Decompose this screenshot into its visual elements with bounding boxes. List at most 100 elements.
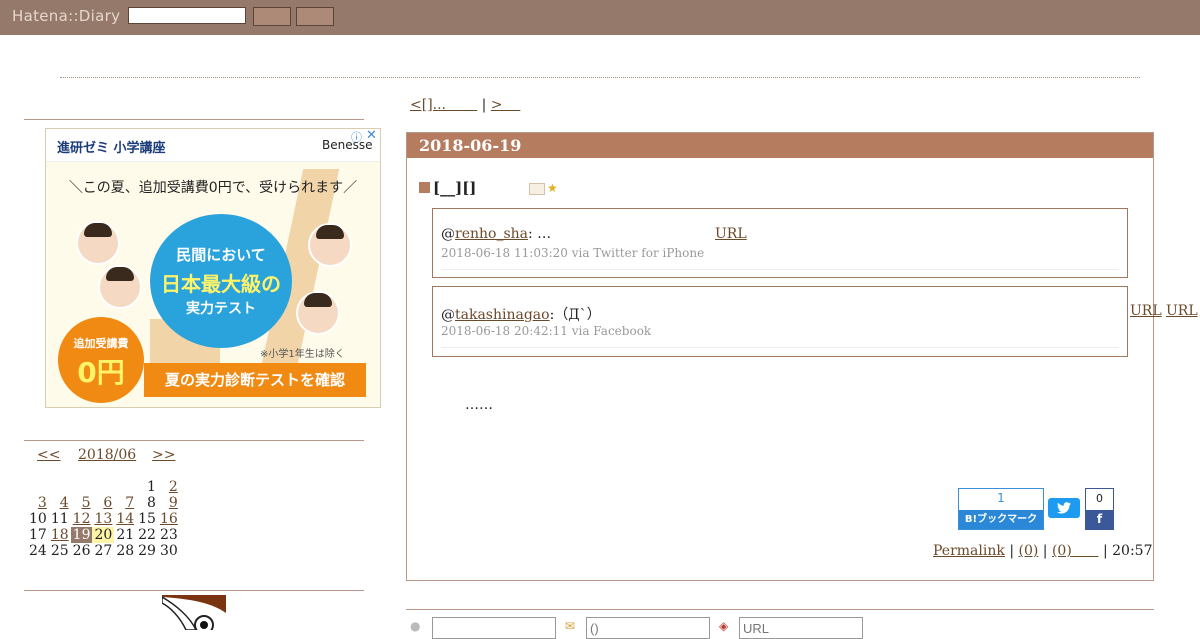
calendar-day: 15 — [138, 511, 156, 527]
quote-url-link[interactable]: URL — [1166, 303, 1198, 319]
bookmark-count: 1 — [997, 491, 1005, 505]
url-input[interactable] — [739, 617, 863, 639]
user-icon: ● — [410, 619, 421, 633]
calendar-day-link[interactable]: 16 — [160, 511, 178, 527]
calendar-day[interactable]: 12 — [71, 511, 93, 527]
calendar-day-link[interactable]: 9 — [169, 495, 178, 511]
add-star-icon[interactable] — [529, 182, 545, 195]
ad-slogan: ＼この夏、追加受講費0円で、受けられます／ — [68, 180, 358, 196]
calendar-day: 30 — [159, 543, 178, 559]
ad-header: 進研ゼミ 小学講座 Benesse ⓘ ✕ — [46, 129, 380, 162]
entry-date[interactable]: 2018-06-19 — [419, 136, 521, 155]
info-icon[interactable]: ⓘ — [351, 129, 362, 145]
hatena-bookmark-button[interactable]: 1 B!ブックマーク — [958, 488, 1044, 530]
footer-separator: | — [1009, 543, 1015, 559]
ad-circle: 民間において 日本最大級の 実力テスト — [150, 214, 292, 348]
sidebar-divider — [24, 440, 364, 441]
calendar-day: 24 — [29, 543, 47, 559]
quote-url-link[interactable]: URL — [715, 226, 747, 242]
calendar-day: 8 — [147, 495, 156, 511]
entry-body-text: …… — [465, 397, 493, 413]
permalink-link[interactable]: Permalink — [933, 543, 1005, 559]
quote-divider — [441, 269, 1119, 270]
calendar-week: 17 18 19 20 21 22 23 — [27, 527, 180, 543]
ad-banner[interactable]: 進研ゼミ 小学講座 Benesse ⓘ ✕ ＼この夏、追加受講費0円で、受けられ… — [45, 128, 381, 408]
diary-search-button[interactable] — [296, 7, 334, 26]
ad-note: ※小学1年生は除く — [260, 349, 345, 360]
calendar-day[interactable]: 16 — [158, 511, 180, 527]
calendar-day — [92, 479, 114, 495]
star-icon: ★ — [547, 181, 558, 195]
child-photo — [296, 291, 340, 335]
calendar-day: 1 — [147, 479, 156, 495]
quote-meta: 2018-06-18 20:42:11 via Facebook — [441, 324, 652, 338]
calendar-day: 25 — [50, 543, 69, 559]
mail-input[interactable] — [586, 617, 710, 639]
calendar-day — [114, 479, 136, 495]
calendar-day: 11 — [50, 511, 69, 527]
calendar-day: 28 — [116, 543, 135, 559]
facebook-share-button[interactable]: 0 f — [1085, 488, 1114, 530]
calendar-day-link[interactable]: 3 — [38, 495, 47, 511]
search-input[interactable] — [128, 7, 246, 24]
diary-entry: 2018-06-19 [__][] ★ @renho_sha: … URL 20… — [406, 132, 1154, 581]
footer-separator: | — [1042, 543, 1048, 559]
calendar-week: 24 25 26 27 28 29 30 — [27, 543, 180, 559]
calendar-day: 27 — [94, 543, 113, 559]
calendar-day[interactable]: 7 — [114, 495, 136, 511]
quoted-tweet: @renho_sha: … URL 2018-06-18 11:03:20 vi… — [432, 208, 1128, 278]
calendar-next-link[interactable]: >> — [152, 447, 175, 463]
calendar-day-link[interactable]: 12 — [73, 511, 91, 527]
calendar-day[interactable]: 19 — [70, 527, 93, 543]
ad-cta-button[interactable]: 夏の実力診断テストを確認 — [144, 363, 366, 397]
calendar-day-link[interactable]: 4 — [60, 495, 69, 511]
calendar-day-link[interactable]: 14 — [116, 511, 134, 527]
calendar-day[interactable]: 3 — [27, 495, 49, 511]
trackbacks-count: (0) — [1051, 543, 1072, 559]
calendar-day — [71, 479, 93, 495]
quote-body: :（Д`） — [549, 307, 601, 323]
entry-footer: Permalink | (0) | (0) | 20:57 — [933, 543, 1152, 559]
calendar-day[interactable]: 5 — [71, 495, 93, 511]
calendar-day-link[interactable]: 5 — [82, 495, 91, 511]
quote-user-link[interactable]: takashinagao — [455, 307, 550, 323]
comment-divider — [406, 609, 1154, 610]
close-icon[interactable]: ✕ — [366, 129, 377, 143]
calendar-day[interactable]: 14 — [114, 511, 136, 527]
twitter-icon[interactable] — [1048, 498, 1080, 518]
next-entry-link[interactable]: > — [491, 97, 503, 113]
sidebar-divider — [24, 590, 364, 591]
calendar-day — [49, 479, 71, 495]
quote-user-link[interactable]: renho_sha — [455, 226, 528, 242]
quote-meta: 2018-06-18 11:03:20 via Twitter for iPho… — [441, 246, 705, 260]
quote-url-link[interactable]: URL — [1130, 303, 1162, 319]
calendar-day[interactable]: 9 — [158, 495, 180, 511]
child-photo — [76, 221, 120, 265]
site-logo[interactable]: Hatena::Diary — [12, 7, 120, 25]
calendar-day[interactable]: 2 — [158, 479, 180, 495]
ad-badge: 追加受講費 0円 — [58, 317, 144, 403]
calendar-day[interactable]: 6 — [92, 495, 114, 511]
calendar-day-link[interactable]: 7 — [125, 495, 134, 511]
entry-time: 20:57 — [1112, 543, 1153, 559]
quote-divider — [441, 347, 1119, 348]
prev-entry-link[interactable]: <[]... — [410, 97, 446, 113]
search-button[interactable] — [253, 7, 291, 26]
ad-title: 進研ゼミ 小学講座 — [57, 141, 166, 156]
quote-text: @renho_sha: … — [441, 226, 551, 242]
bookmark-label: B!ブックマーク — [959, 510, 1043, 529]
ad-badge-value: 0円 — [77, 356, 125, 389]
calendar-day-link[interactable]: 18 — [51, 527, 69, 543]
name-input[interactable] — [432, 617, 556, 639]
calendar-day: 17 — [29, 527, 47, 543]
calendar-day-link[interactable]: 13 — [94, 511, 112, 527]
calendar-prev-link[interactable]: << — [37, 447, 60, 463]
calendar-day[interactable]: 18 — [49, 527, 71, 543]
comments-link[interactable]: (0) — [1018, 543, 1038, 559]
calendar-day-link[interactable]: 6 — [103, 495, 112, 511]
calendar-day-link[interactable]: 2 — [169, 479, 178, 495]
calendar-day[interactable]: 4 — [49, 495, 71, 511]
calendar-month-link[interactable]: 2018/06 — [78, 447, 136, 463]
trackbacks-link[interactable]: (0) — [1052, 543, 1099, 559]
calendar-day[interactable]: 13 — [92, 511, 114, 527]
